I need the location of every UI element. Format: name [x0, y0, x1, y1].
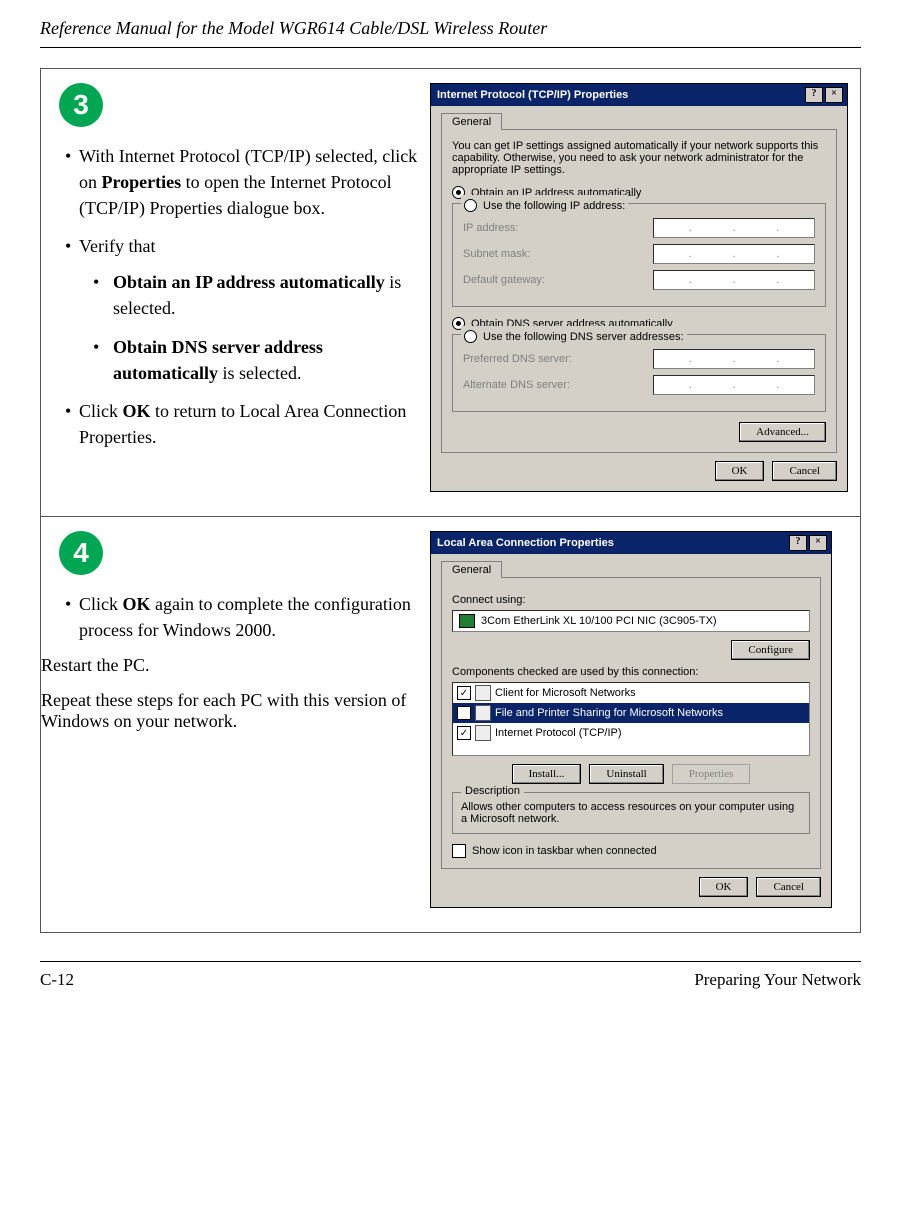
radio-use-ip[interactable]: Use the following IP address:: [464, 199, 625, 212]
components-list[interactable]: Client for Microsoft Networks File and P…: [452, 682, 810, 756]
install-button[interactable]: Install...: [512, 764, 582, 784]
tab-general[interactable]: General: [441, 561, 502, 578]
page-number: C-12: [40, 970, 74, 990]
alternate-dns-row: Alternate DNS server:...: [463, 375, 815, 395]
step4-badge: 4: [59, 531, 103, 575]
cancel-button[interactable]: Cancel: [756, 877, 821, 897]
step4-para1: Restart the PC.: [41, 655, 418, 676]
dialog-title: Local Area Connection Properties: [437, 537, 614, 549]
help-button[interactable]: ?: [805, 87, 823, 103]
checkbox-icon[interactable]: [457, 726, 471, 740]
ok-button[interactable]: OK: [715, 461, 765, 481]
step3-sub2: Obtain DNS server address automatically …: [93, 334, 418, 386]
component-file-sharing[interactable]: File and Printer Sharing for Microsoft N…: [453, 703, 809, 723]
step3-bullet2: Verify that Obtain an IP address automat…: [65, 233, 418, 385]
page-footer: C-12 Preparing Your Network: [40, 961, 861, 990]
subnet-row: Subnet mask:...: [463, 244, 815, 264]
dialog-title: Internet Protocol (TCP/IP) Properties: [437, 89, 628, 101]
subnet-input[interactable]: ...: [653, 244, 815, 264]
nic-display: 3Com EtherLink XL 10/100 PCI NIC (3C905-…: [452, 610, 810, 632]
step4-bullet1: Click OK again to complete the configura…: [65, 591, 418, 643]
nic-icon: [459, 614, 475, 628]
ip-address-row: IP address:...: [463, 218, 815, 238]
help-button[interactable]: ?: [789, 535, 807, 551]
preferred-dns-input[interactable]: ...: [653, 349, 815, 369]
preferred-dns-row: Preferred DNS server:...: [463, 349, 815, 369]
checkbox-icon[interactable]: [457, 686, 471, 700]
checkbox-icon[interactable]: [457, 706, 471, 720]
alternate-dns-input[interactable]: ...: [653, 375, 815, 395]
configure-button[interactable]: Configure: [731, 640, 810, 660]
component-icon: [475, 705, 491, 721]
section-title: Preparing Your Network: [694, 970, 861, 990]
component-tcpip[interactable]: Internet Protocol (TCP/IP): [453, 723, 809, 743]
description-text: Allows other computers to access resourc…: [461, 801, 801, 825]
show-icon-option[interactable]: Show icon in taskbar when connected: [452, 844, 810, 858]
radio-use-dns[interactable]: Use the following DNS server addresses:: [464, 330, 684, 343]
step4-para2: Repeat these steps for each PC with this…: [41, 690, 418, 732]
lan-properties-dialog: Local Area Connection Properties ? × Gen…: [430, 531, 832, 908]
close-button[interactable]: ×: [825, 87, 843, 103]
advanced-button[interactable]: Advanced...: [739, 422, 826, 442]
gateway-input[interactable]: ...: [653, 270, 815, 290]
description-heading: Description: [461, 785, 524, 797]
tcpip-properties-dialog: Internet Protocol (TCP/IP) Properties ? …: [430, 83, 848, 492]
steps-table: 3 With Internet Protocol (TCP/IP) select…: [40, 68, 861, 933]
ip-address-input[interactable]: ...: [653, 218, 815, 238]
component-client[interactable]: Client for Microsoft Networks: [453, 683, 809, 703]
properties-button[interactable]: Properties: [672, 764, 751, 784]
ok-button[interactable]: OK: [699, 877, 749, 897]
gateway-row: Default gateway:...: [463, 270, 815, 290]
components-label: Components checked are used by this conn…: [452, 666, 810, 678]
dialog-description: You can get IP settings assigned automat…: [452, 140, 826, 176]
component-icon: [475, 685, 491, 701]
step3-instructions: 3 With Internet Protocol (TCP/IP) select…: [41, 69, 430, 517]
close-button[interactable]: ×: [809, 535, 827, 551]
component-icon: [475, 725, 491, 741]
cancel-button[interactable]: Cancel: [772, 461, 837, 481]
step3-bullet3: Click OK to return to Local Area Connect…: [65, 398, 418, 450]
tab-general[interactable]: General: [441, 113, 502, 130]
uninstall-button[interactable]: Uninstall: [589, 764, 663, 784]
checkbox-icon[interactable]: [452, 844, 466, 858]
document-header: Reference Manual for the Model WGR614 Ca…: [40, 18, 861, 48]
step3-bullet1: With Internet Protocol (TCP/IP) selected…: [65, 143, 418, 221]
step4-instructions: 4 Click OK again to complete the configu…: [41, 517, 430, 932]
connect-using-label: Connect using:: [452, 594, 810, 606]
step3-badge: 3: [59, 83, 103, 127]
step3-sub1: Obtain an IP address automatically is se…: [93, 269, 418, 321]
